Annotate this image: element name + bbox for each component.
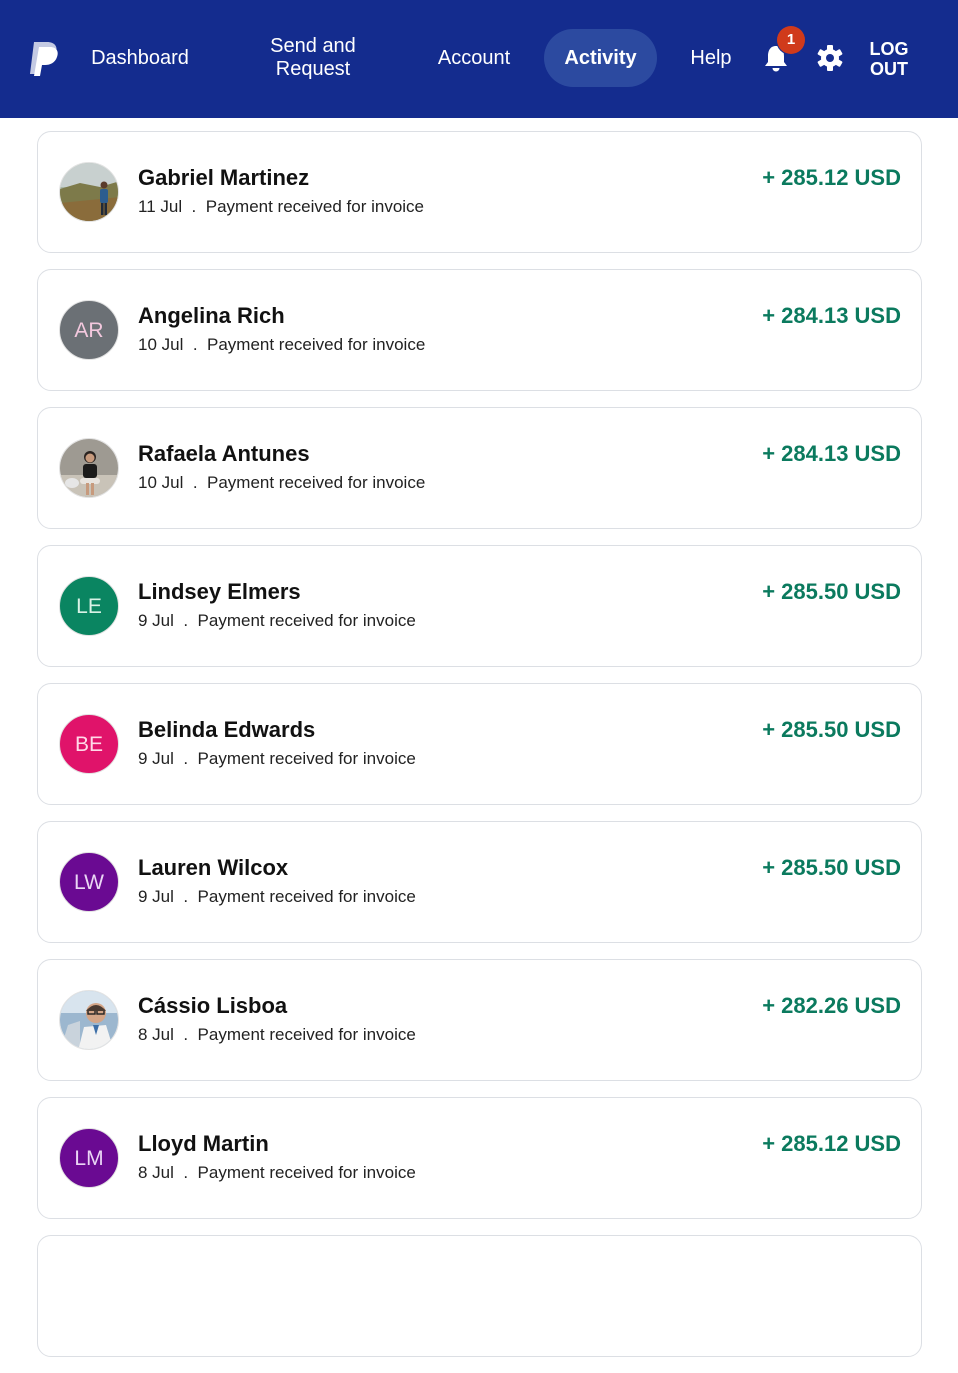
paypal-logo-icon[interactable] [27,40,61,78]
payer-name: Gabriel Martinez [138,165,310,190]
nav-account[interactable]: Account [428,47,520,70]
activity-list: Gabriel Martinez 11 Jul . Payment receiv… [37,131,922,1373]
transaction-description: Payment received for invoice [197,887,416,906]
payer-name: Lauren Wilcox [138,855,289,880]
transaction-date: 9 Jul [138,887,174,906]
top-navigation-bar: Dashboard Send and Request Account Activ… [0,0,958,118]
transaction-description: Payment received for invoice [197,749,416,768]
transaction-card-8[interactable]: LM Lloyd Martin 8 Jul . Payment received… [37,1097,922,1219]
meta-separator: . [173,749,198,768]
transaction-card-2[interactable]: AR Angelina Rich 10 Jul . Payment receiv… [37,269,922,391]
nav-send-and-request[interactable]: Send and Request [258,35,368,81]
transaction-date: 9 Jul [138,611,174,630]
transaction-amount: + 285.12 USD [762,1131,901,1156]
transaction-description: Payment received for invoice [197,1163,416,1182]
logout-button[interactable]: LOG OUT [862,39,916,79]
nav-dashboard[interactable]: Dashboard [84,47,196,70]
photo-person-sitting-icon [59,438,119,498]
transaction-date: 10 Jul [138,473,184,492]
meta-separator: . [183,335,207,354]
transaction-meta: 8 Jul . Payment received for invoice [138,1025,416,1045]
transaction-date: 9 Jul [138,749,174,768]
transaction-card-4[interactable]: LE Lindsey Elmers 9 Jul . Payment receiv… [37,545,922,667]
meta-separator: . [173,887,198,906]
transaction-amount: + 284.13 USD [762,441,901,466]
transaction-amount: + 285.50 USD [762,855,901,880]
gear-icon[interactable] [816,44,844,72]
transaction-meta: 11 Jul . Payment received for invoice [138,197,424,217]
meta-separator: . [182,197,206,216]
transaction-description: Payment received for invoice [207,335,426,354]
transaction-amount: + 282.26 USD [762,993,901,1018]
avatar-initials: LE [59,576,119,636]
nav-help[interactable]: Help [684,47,738,70]
transaction-description: Payment received for invoice [197,611,416,630]
photo-landscape-person-icon [59,162,119,222]
meta-separator: . [173,611,198,630]
payer-name: Angelina Rich [138,303,285,328]
photo-man-glasses-icon [59,990,119,1050]
transaction-card-1[interactable]: Gabriel Martinez 11 Jul . Payment receiv… [37,131,922,253]
transaction-card-5[interactable]: BE Belinda Edwards 9 Jul . Payment recei… [37,683,922,805]
transaction-meta: 9 Jul . Payment received for invoice [138,611,416,631]
meta-separator: . [173,1163,198,1182]
transaction-card-3[interactable]: Rafaela Antunes 10 Jul . Payment receive… [37,407,922,529]
nav-activity-active[interactable]: Activity [544,29,657,87]
notification-badge: 1 [777,26,805,54]
transaction-date: 11 Jul [138,197,183,216]
payer-name: Lindsey Elmers [138,579,301,604]
transaction-meta: 9 Jul . Payment received for invoice [138,887,416,907]
transaction-description: Payment received for invoice [207,473,426,492]
transaction-meta: 9 Jul . Payment received for invoice [138,749,416,769]
payer-name: Belinda Edwards [138,717,316,742]
payer-name: Cássio Lisboa [138,993,288,1018]
transaction-date: 8 Jul [138,1025,174,1044]
transaction-meta: 10 Jul . Payment received for invoice [138,473,425,493]
meta-separator: . [183,473,207,492]
avatar-initials: AR [59,300,119,360]
transaction-card-7[interactable]: Cássio Lisboa 8 Jul . Payment received f… [37,959,922,1081]
transaction-meta: 8 Jul . Payment received for invoice [138,1163,416,1183]
payer-name: Rafaela Antunes [138,441,310,466]
transaction-amount: + 285.12 USD [762,165,901,190]
transaction-card-6[interactable]: LW Lauren Wilcox 9 Jul . Payment receive… [37,821,922,943]
meta-separator: . [173,1025,198,1044]
transaction-date: 10 Jul [138,335,184,354]
transaction-date: 8 Jul [138,1163,174,1182]
transaction-card-9[interactable] [37,1235,922,1357]
avatar-initials: LM [59,1128,119,1188]
transaction-amount: + 285.50 USD [762,717,901,742]
transaction-amount: + 285.50 USD [762,579,901,604]
payer-name: Lloyd Martin [138,1131,269,1156]
transaction-description: Payment received for invoice [205,197,425,216]
transaction-meta: 10 Jul . Payment received for invoice [138,335,425,355]
avatar-initials: LW [59,852,119,912]
transaction-description: Payment received for invoice [197,1025,416,1044]
transaction-amount: + 284.13 USD [762,303,901,328]
avatar-initials: BE [59,714,119,774]
